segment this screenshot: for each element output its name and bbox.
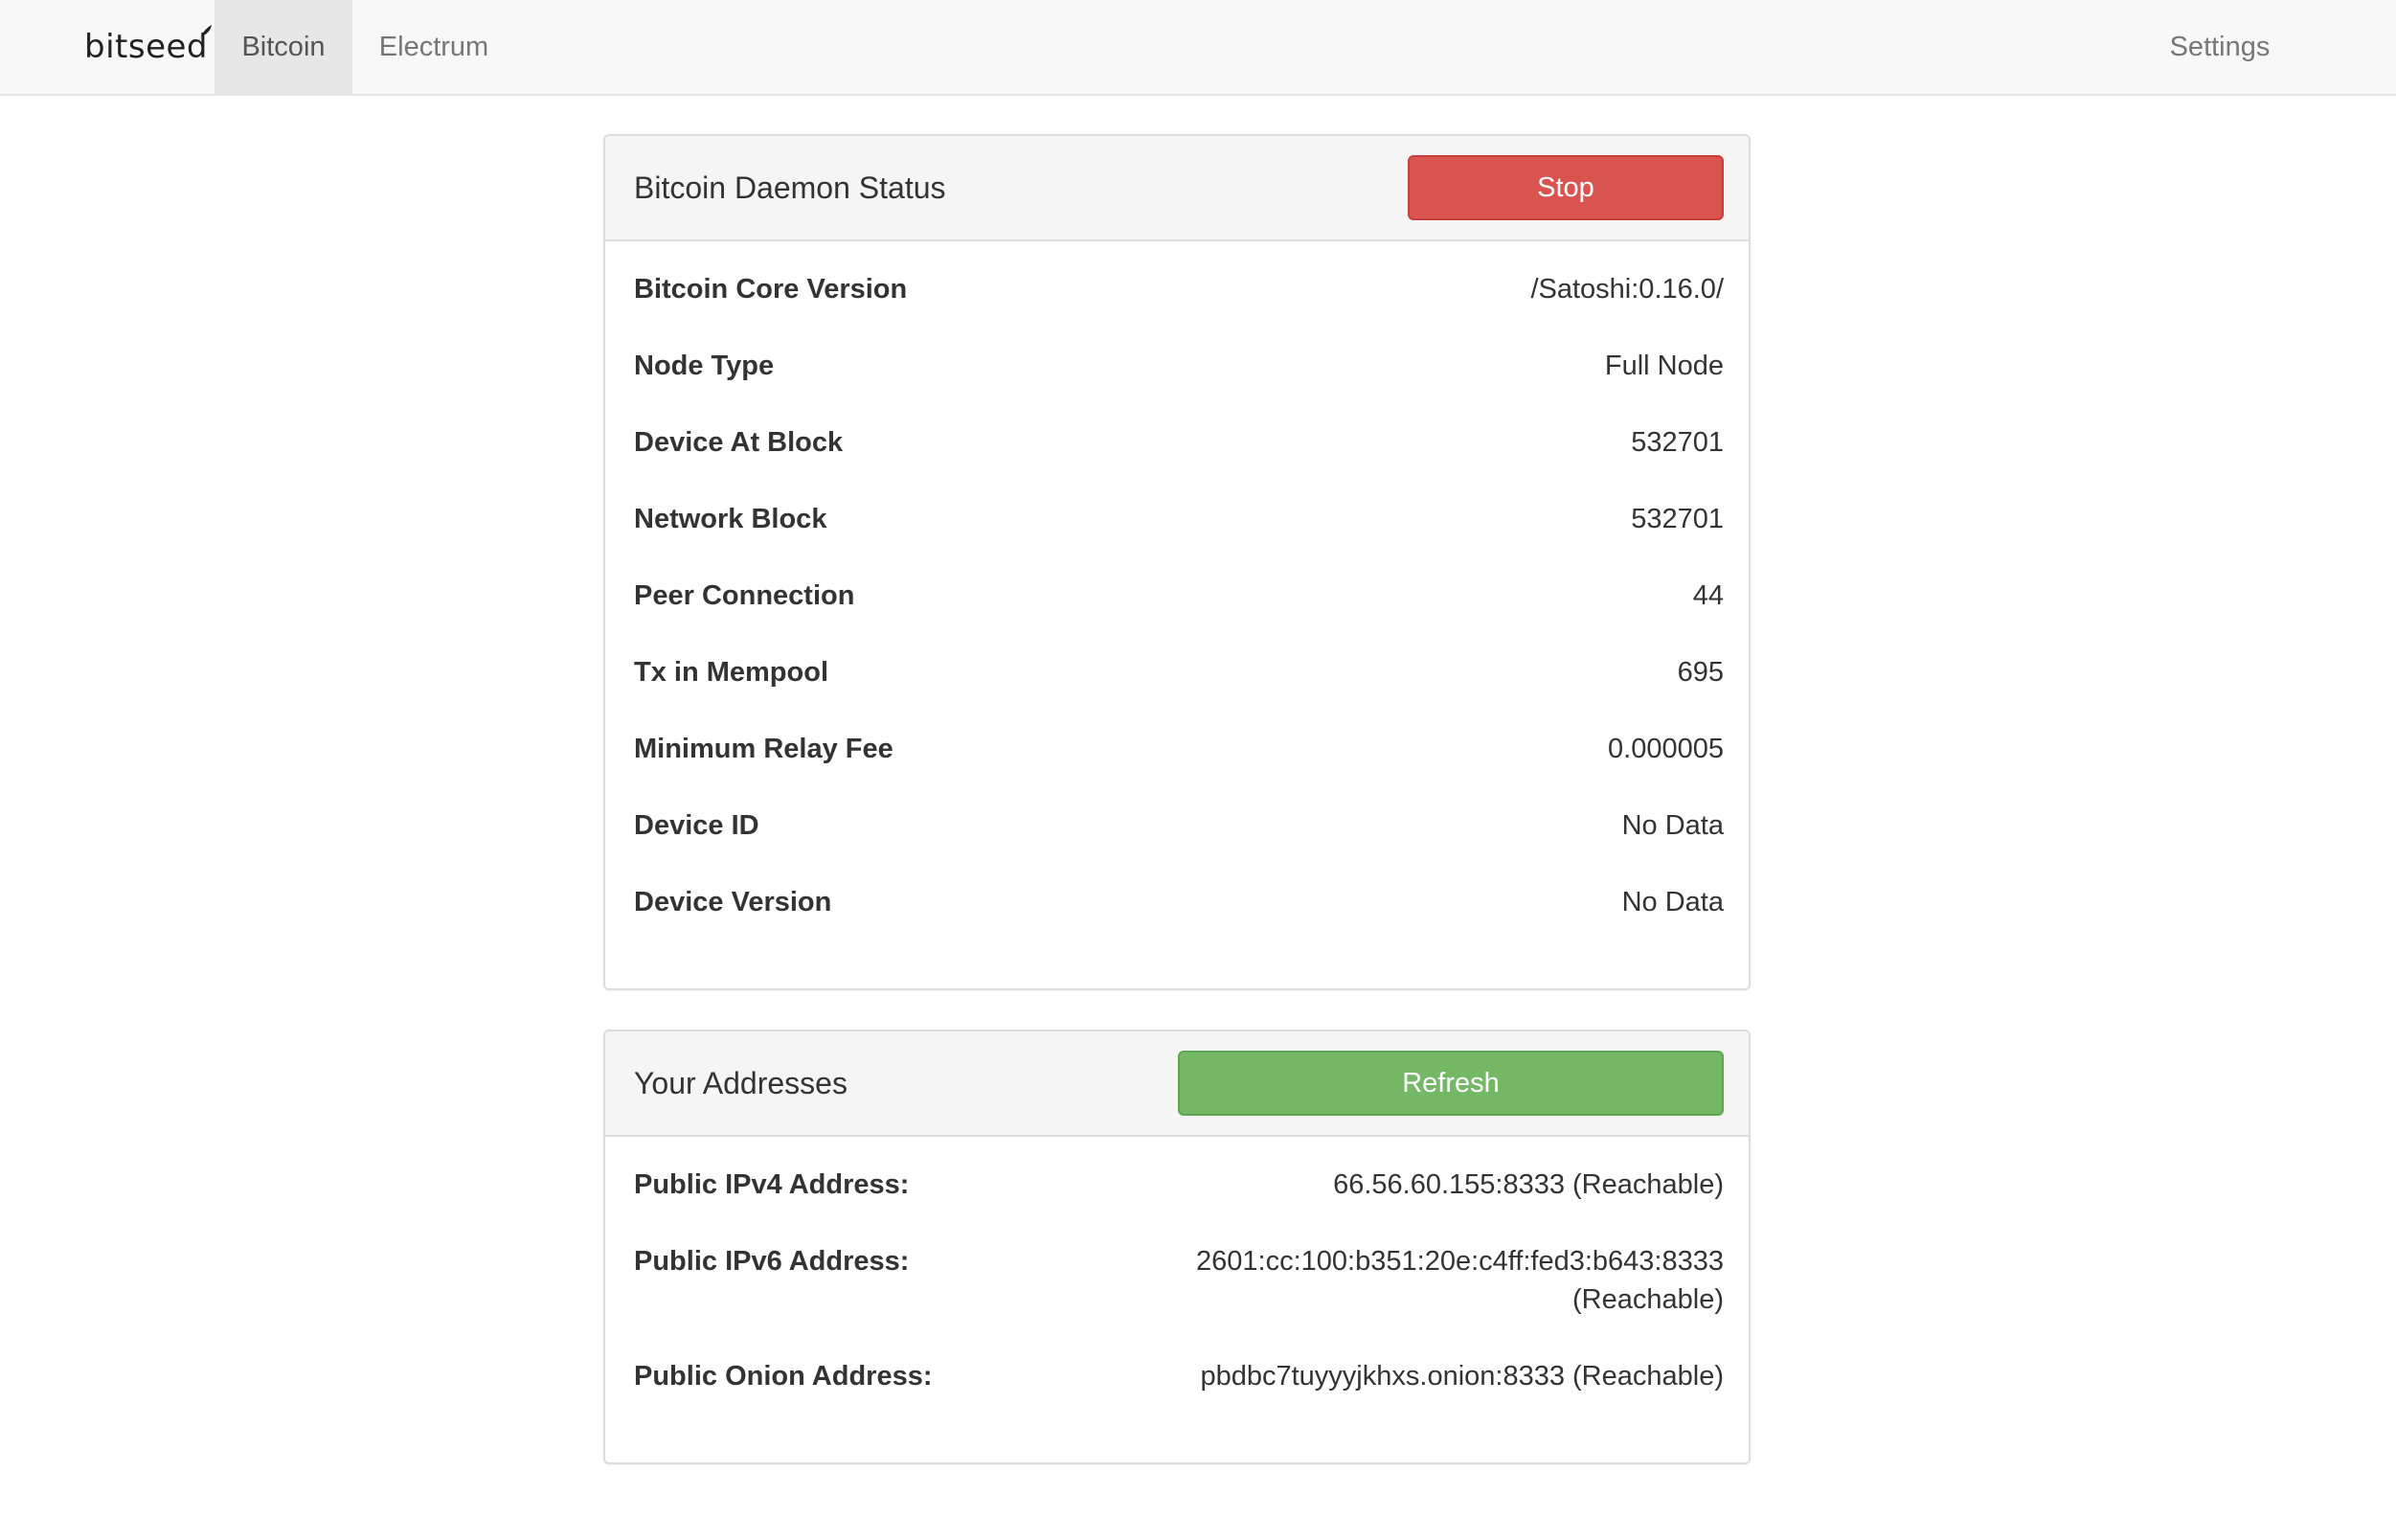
address-value: 2601:cc:100:b351:20e:c4ff:fed3:b643:8333…: [1196, 1246, 1724, 1315]
info-value: 532701: [1631, 504, 1724, 534]
info-label: Tx in Mempool: [634, 657, 828, 688]
leaf-icon: [199, 25, 212, 41]
brand-name: bitseed: [84, 28, 208, 66]
address-value: 66.56.60.155:8333 (Reachable): [1333, 1169, 1724, 1200]
navbar: bitseed Bitcoin Electrum Settings: [0, 0, 2396, 96]
stop-button[interactable]: Stop: [1408, 155, 1724, 220]
info-label: Peer Connection: [634, 580, 855, 611]
info-value: 0.000005: [1608, 734, 1724, 764]
nav-settings[interactable]: Settings: [2141, 0, 2298, 94]
address-label: Public Onion Address:: [634, 1361, 933, 1392]
info-value: 532701: [1631, 427, 1724, 458]
info-label: Network Block: [634, 504, 827, 534]
address-label: Public IPv4 Address:: [634, 1169, 910, 1200]
info-value: No Data: [1621, 810, 1724, 841]
panel-title: Bitcoin Daemon Status: [634, 170, 946, 205]
daemon-status-panel: Bitcoin Daemon Status Stop Bitcoin Core …: [603, 134, 1751, 990]
info-value: 44: [1692, 580, 1724, 611]
address-value: pbdbc7tuyyyjkhxs.onion:8333 (Reachable): [1200, 1361, 1724, 1392]
info-label: Device At Block: [634, 427, 844, 458]
panel-heading: Bitcoin Daemon Status Stop: [605, 136, 1749, 241]
tab-bitcoin[interactable]: Bitcoin: [215, 0, 352, 94]
tab-electrum[interactable]: Electrum: [352, 0, 515, 94]
info-value: Full Node: [1604, 351, 1724, 381]
info-label: Node Type: [634, 351, 775, 381]
addresses-panel: Your Addresses Refresh Public IPv4 Addre…: [603, 1030, 1751, 1464]
info-value: /Satoshi:0.16.0/: [1530, 274, 1724, 305]
panel-heading: Your Addresses Refresh: [605, 1031, 1749, 1137]
refresh-button[interactable]: Refresh: [1178, 1051, 1724, 1116]
info-label: Device ID: [634, 810, 759, 841]
brand-logo[interactable]: bitseed: [84, 0, 212, 94]
info-label: Bitcoin Core Version: [634, 274, 908, 305]
info-value: No Data: [1621, 887, 1724, 917]
info-label: Minimum Relay Fee: [634, 734, 893, 764]
address-label: Public IPv6 Address:: [634, 1246, 910, 1277]
info-value: 695: [1677, 657, 1724, 688]
info-label: Device Version: [634, 887, 832, 917]
panel-title: Your Addresses: [634, 1065, 848, 1100]
